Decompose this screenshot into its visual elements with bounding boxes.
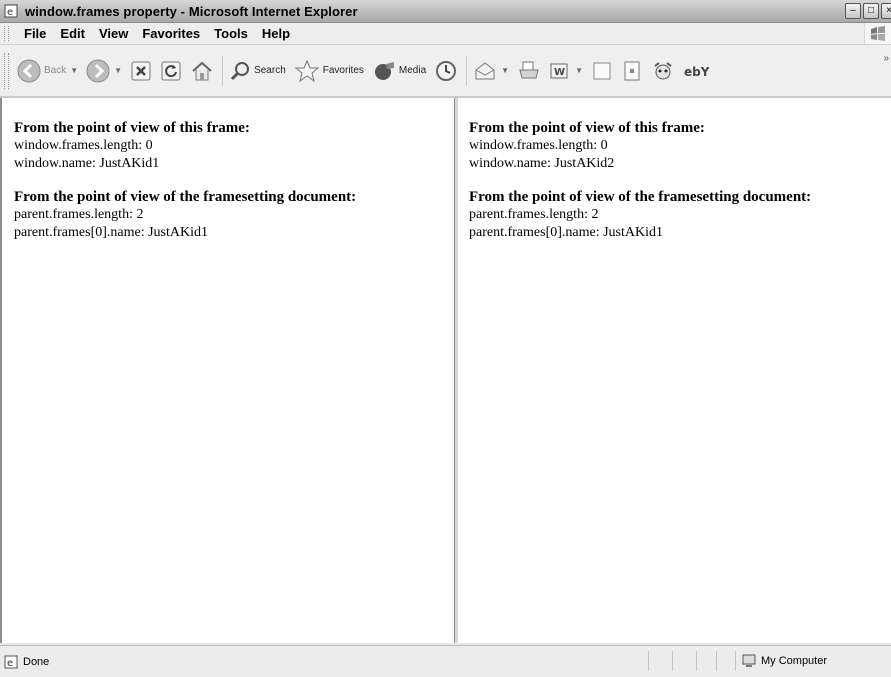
svg-text:W: W — [554, 67, 565, 78]
menu-file[interactable]: File — [17, 26, 53, 41]
print-button[interactable] — [517, 60, 541, 82]
windows-logo-icon — [864, 23, 891, 44]
ie-page-icon: e — [3, 3, 19, 19]
toolbar-separator — [466, 55, 468, 86]
back-button[interactable]: Back ▼ — [17, 59, 78, 83]
history-clock-icon — [436, 60, 457, 81]
maximize-button[interactable]: □ — [863, 3, 879, 19]
status-panel — [696, 651, 697, 671]
media-button[interactable]: Media — [372, 60, 426, 82]
home-button[interactable] — [190, 60, 214, 82]
refresh-button[interactable] — [160, 60, 182, 82]
favorites-button[interactable]: Favorites — [294, 59, 364, 83]
toolbar-overflow-icon[interactable]: » — [883, 53, 889, 64]
browser-window: e window.frames property - Microsoft Int… — [0, 0, 891, 677]
parent-frames-length-text: parent.frames.length: 2 — [14, 207, 144, 222]
aim-button[interactable] — [651, 60, 675, 82]
forward-dropdown-icon[interactable]: ▼ — [114, 66, 122, 75]
security-zone[interactable]: My Computer — [735, 651, 891, 671]
edit-button[interactable]: W ▼ — [549, 61, 583, 81]
frames-length-text: window.frames.length: 0 — [14, 138, 153, 153]
back-dropdown-icon[interactable]: ▼ — [70, 66, 78, 75]
messenger-button[interactable] — [621, 60, 643, 82]
menu-tools[interactable]: Tools — [207, 26, 255, 41]
frame-content: From the point of view of this frame: wi… — [2, 98, 454, 242]
stop-button[interactable] — [130, 60, 152, 82]
minimize-button[interactable]: – — [845, 3, 861, 19]
back-arrow-icon — [17, 59, 41, 82]
my-computer-icon — [742, 654, 756, 667]
search-icon — [231, 61, 250, 80]
status-bar: e Done My Computer — [0, 645, 891, 677]
title-bar[interactable]: e window.frames property - Microsoft Int… — [0, 0, 891, 23]
svg-text:ebY: ebY — [684, 65, 709, 79]
menu-bar: File Edit View Favorites Tools Help — [0, 23, 891, 45]
menu-grip[interactable] — [4, 26, 9, 41]
menu-edit[interactable]: Edit — [53, 26, 92, 41]
favorites-star-icon — [294, 59, 320, 82]
parent-frame-name-text: parent.frames[0].name: JustAKid1 — [14, 225, 208, 240]
parent-frame-name-text: parent.frames[0].name: JustAKid1 — [469, 225, 663, 240]
window-name-text: window.name: JustAKid2 — [469, 156, 615, 171]
parent-frames-length-text: parent.frames.length: 2 — [469, 207, 599, 222]
toolbar-separator — [222, 55, 224, 86]
stop-icon — [131, 61, 151, 80]
search-label: Search — [254, 65, 286, 76]
svg-text:e: e — [7, 7, 13, 18]
document-icon — [624, 61, 640, 80]
done-page-icon: e — [4, 655, 18, 669]
forward-button[interactable]: ▼ — [86, 59, 122, 83]
frame-right: From the point of view of this frame: wi… — [458, 98, 891, 643]
back-label: Back — [44, 65, 67, 76]
blank-page-icon — [593, 62, 611, 79]
window-controls: – □ × — [845, 3, 891, 19]
favorites-label: Favorites — [322, 65, 364, 76]
status-panel — [648, 651, 649, 671]
framesetting-heading: From the point of view of the framesetti… — [469, 189, 812, 205]
mail-dropdown-icon[interactable]: ▼ — [501, 66, 509, 75]
ebay-button[interactable]: ebY — [683, 61, 709, 81]
window-title: window.frames property - Microsoft Inter… — [25, 3, 358, 19]
zone-label: My Computer — [761, 655, 828, 667]
close-button[interactable]: × — [881, 3, 891, 19]
toolbar-grip[interactable] — [4, 52, 9, 89]
menu-favorites[interactable]: Favorites — [135, 26, 207, 41]
status-text-area: e Done — [4, 655, 49, 669]
mail-icon — [475, 61, 495, 79]
frame-content: From the point of view of this frame: wi… — [458, 98, 891, 242]
forward-arrow-icon — [86, 59, 110, 82]
frames-length-text: window.frames.length: 0 — [469, 138, 608, 153]
aim-buddy-icon — [654, 61, 672, 79]
ebay-icon: ebY — [684, 65, 709, 79]
status-done: Done — [23, 656, 50, 668]
refresh-icon — [161, 61, 181, 80]
status-panel — [672, 651, 673, 671]
window-name-text: window.name: JustAKid1 — [14, 156, 160, 171]
framesetting-heading: From the point of view of the framesetti… — [14, 189, 357, 205]
media-label: Media — [398, 65, 427, 76]
menu-help[interactable]: Help — [255, 26, 297, 41]
history-button[interactable] — [434, 59, 458, 83]
mail-button[interactable]: ▼ — [473, 60, 509, 82]
standard-toolbar: Back ▼ ▼ Search Favorites Media ▼ W ▼ eb… — [0, 45, 891, 98]
home-icon — [192, 61, 212, 80]
frame-left: From the point of view of this frame: wi… — [0, 98, 454, 643]
word-edit-icon: W — [550, 63, 568, 78]
frame-heading: From the point of view of this frame: — [14, 120, 250, 136]
svg-text:e: e — [7, 658, 13, 669]
frameset: From the point of view of this frame: wi… — [0, 98, 891, 643]
frame-heading: From the point of view of this frame: — [469, 120, 705, 136]
menu-view[interactable]: View — [92, 26, 135, 41]
search-button[interactable]: Search — [229, 60, 286, 82]
media-icon — [374, 61, 394, 80]
edit-dropdown-icon[interactable]: ▼ — [575, 66, 583, 75]
status-panel — [716, 651, 717, 671]
printer-icon — [519, 61, 539, 78]
discuss-button[interactable] — [591, 60, 613, 82]
